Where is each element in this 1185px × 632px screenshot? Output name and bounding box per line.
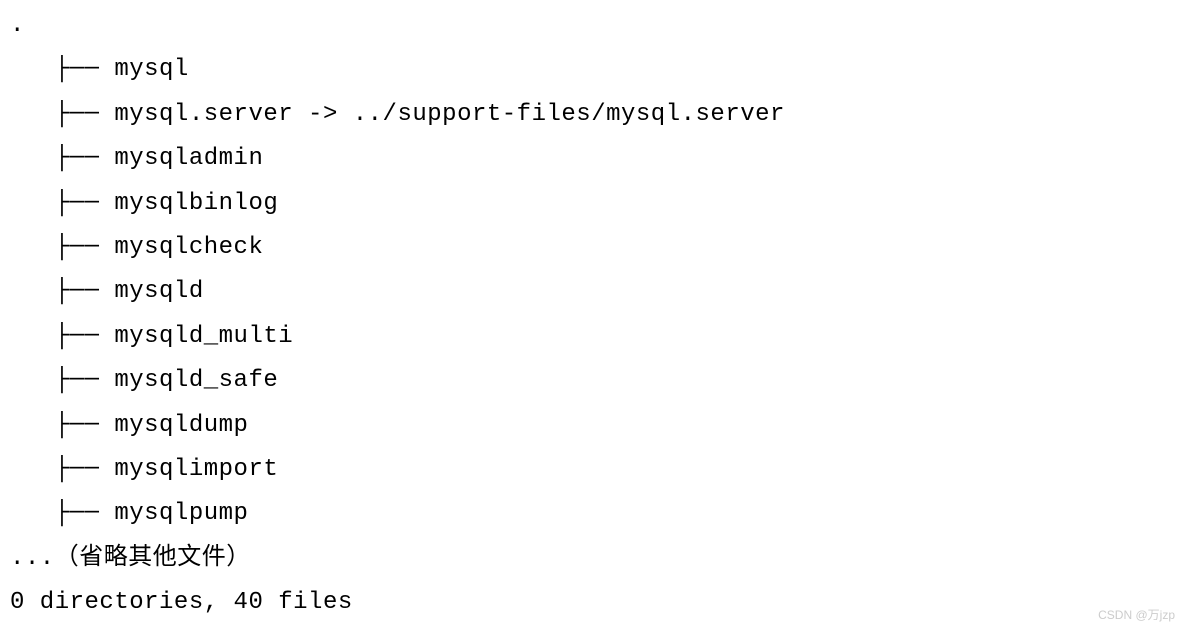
- tree-entry: ├── mysql: [10, 48, 1175, 92]
- tree-output: . ├── mysql ├── mysql.server -> ../suppo…: [0, 0, 1185, 625]
- tree-entry: ├── mysqlbinlog: [10, 182, 1175, 226]
- tree-entry: ├── mysqldump: [10, 404, 1175, 448]
- tree-entry: ├── mysqld: [10, 270, 1175, 314]
- tree-root: .: [10, 4, 1175, 48]
- watermark-text: CSDN @万jzp: [1098, 604, 1175, 626]
- tree-entry: ├── mysqladmin: [10, 137, 1175, 181]
- tree-entry: ├── mysqlimport: [10, 448, 1175, 492]
- tree-entries: ├── mysql ├── mysql.server -> ../support…: [10, 48, 1175, 536]
- tree-entry: ├── mysqld_multi: [10, 315, 1175, 359]
- tree-entry: ├── mysql.server -> ../support-files/mys…: [10, 93, 1175, 137]
- tree-entry: ├── mysqlcheck: [10, 226, 1175, 270]
- summary-line: 0 directories, 40 files: [10, 581, 1175, 625]
- tree-entry: ├── mysqlpump: [10, 492, 1175, 536]
- omitted-note: ...（省略其他文件）: [10, 537, 1175, 581]
- tree-entry: ├── mysqld_safe: [10, 359, 1175, 403]
